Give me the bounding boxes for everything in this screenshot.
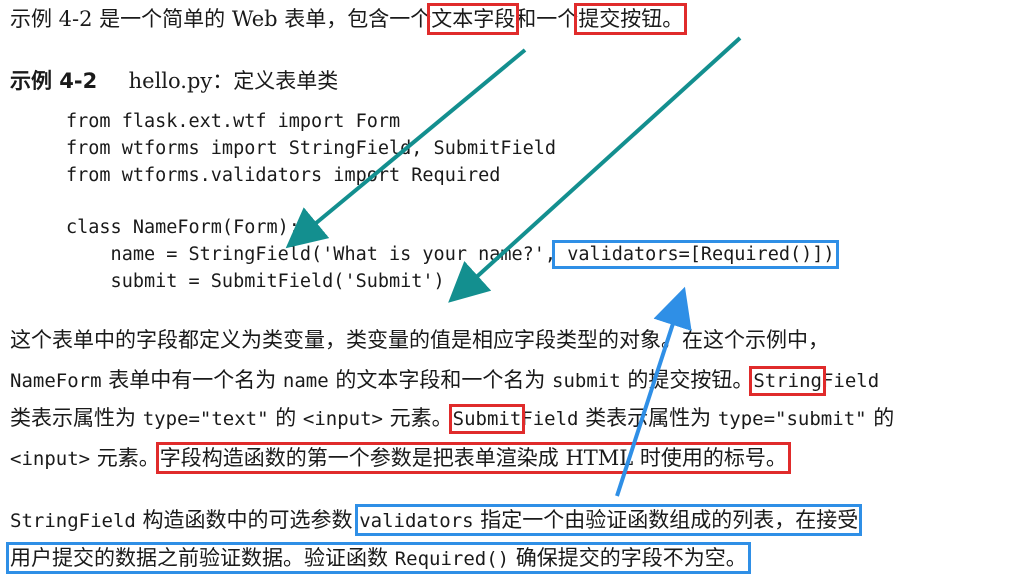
highlight-validators-sentence: validators 指定一个由验证函数组成的列表，在接受 [355,504,863,536]
para-text: 表单中有一个名为 [101,368,283,392]
code-validators-highlight: validators=[Required()]) [552,240,839,269]
code-validators: validators [359,510,474,532]
code-nameform: NameForm [10,370,102,392]
intro-text-mid: 和一个 [515,7,579,31]
para-text: 的提交按钮。 [620,368,754,392]
code-input-tag: <input> [302,408,383,430]
code-line-3: from wtforms.validators import Required [66,165,501,186]
code-type-submit: type="submit" [717,408,867,430]
para-text: 元素。 [382,406,453,430]
para-text: 用户提交的数据之前验证数据。验证函数 [10,546,395,570]
highlight-submit: Submit [448,404,526,434]
para-text: 元素。 [90,446,160,470]
para-text: 类表示属性为 [578,406,718,430]
highlight-submit-button: 提交按钮。 [574,3,688,35]
code-name: name [282,370,329,392]
code-line-6: submit = SubmitField('Submit') [66,271,445,292]
code-name-field: name = StringField('What is your name?', [66,244,557,265]
para1-line1: 这个表单中的字段都定义为类变量，类变量的值是相应字段类型的对象。在这个示例中， [10,328,829,352]
code-submit: submit [552,370,621,392]
para-text: 指定一个由验证函数组成的列表，在接受 [473,508,859,532]
code-field-suffix: Field [821,370,880,392]
highlight-first-arg: 字段构造函数的第一个参数是把表单渲染成 HTML 时使用的标号。 [155,442,791,474]
caption-title: hello.py：定义表单类 [128,69,339,93]
highlight-validators-sentence-2: 用户提交的数据之前验证数据。验证函数 Required() 确保提交的字段不为空… [6,542,751,574]
code-stringfield: StringField [10,510,136,532]
para-text: 的文本字段和一个名为 [328,368,552,392]
code-line-2: from wtforms import StringField, SubmitF… [66,138,557,159]
para1-line3: 类表示属性为 type="text" 的 <input> 元素。SubmitFi… [10,403,894,434]
para-text: 的 [268,406,303,430]
para-text: 类表示属性为 [10,406,143,430]
caption-label: 示例 4-2 [10,69,98,93]
code-required: Required() [394,548,510,570]
code-type-text: type="text" [142,408,269,430]
intro-line: 示例 4-2 是一个简单的 Web 表单，包含一个文本字段和一个提交按钮。 [10,3,688,35]
highlight-text-field: 文本字段 [427,3,520,35]
code-line-4: class NameForm(Form): [66,217,300,238]
example-caption: 示例 4-2 hello.py：定义表单类 [10,66,338,96]
para-text: 构造函数中的可选参数 [135,508,360,532]
code-input-tag: <input> [10,448,91,470]
code-field-suffix: Field [521,408,579,430]
para1-line4: <input> 元素。字段构造函数的第一个参数是把表单渲染成 HTML 时使用的… [10,442,791,474]
para2-line2: 用户提交的数据之前验证数据。验证函数 Required() 确保提交的字段不为空… [6,542,751,574]
code-line-5: name = StringField('What is your name?',… [66,240,839,269]
para-text: 的 [866,406,895,430]
para-text: 确保提交的字段不为空。 [509,546,747,570]
code-line-1: from flask.ext.wtf import Form [66,111,401,132]
para1-line2: NameForm 表单中有一个名为 name 的文本字段和一个名为 submit… [10,365,879,396]
para2-line1: StringField 构造函数中的可选参数 validators 指定一个由验… [10,504,863,536]
intro-text: 示例 4-2 是一个简单的 Web 表单，包含一个 [10,7,432,31]
highlight-string: String [749,366,826,396]
